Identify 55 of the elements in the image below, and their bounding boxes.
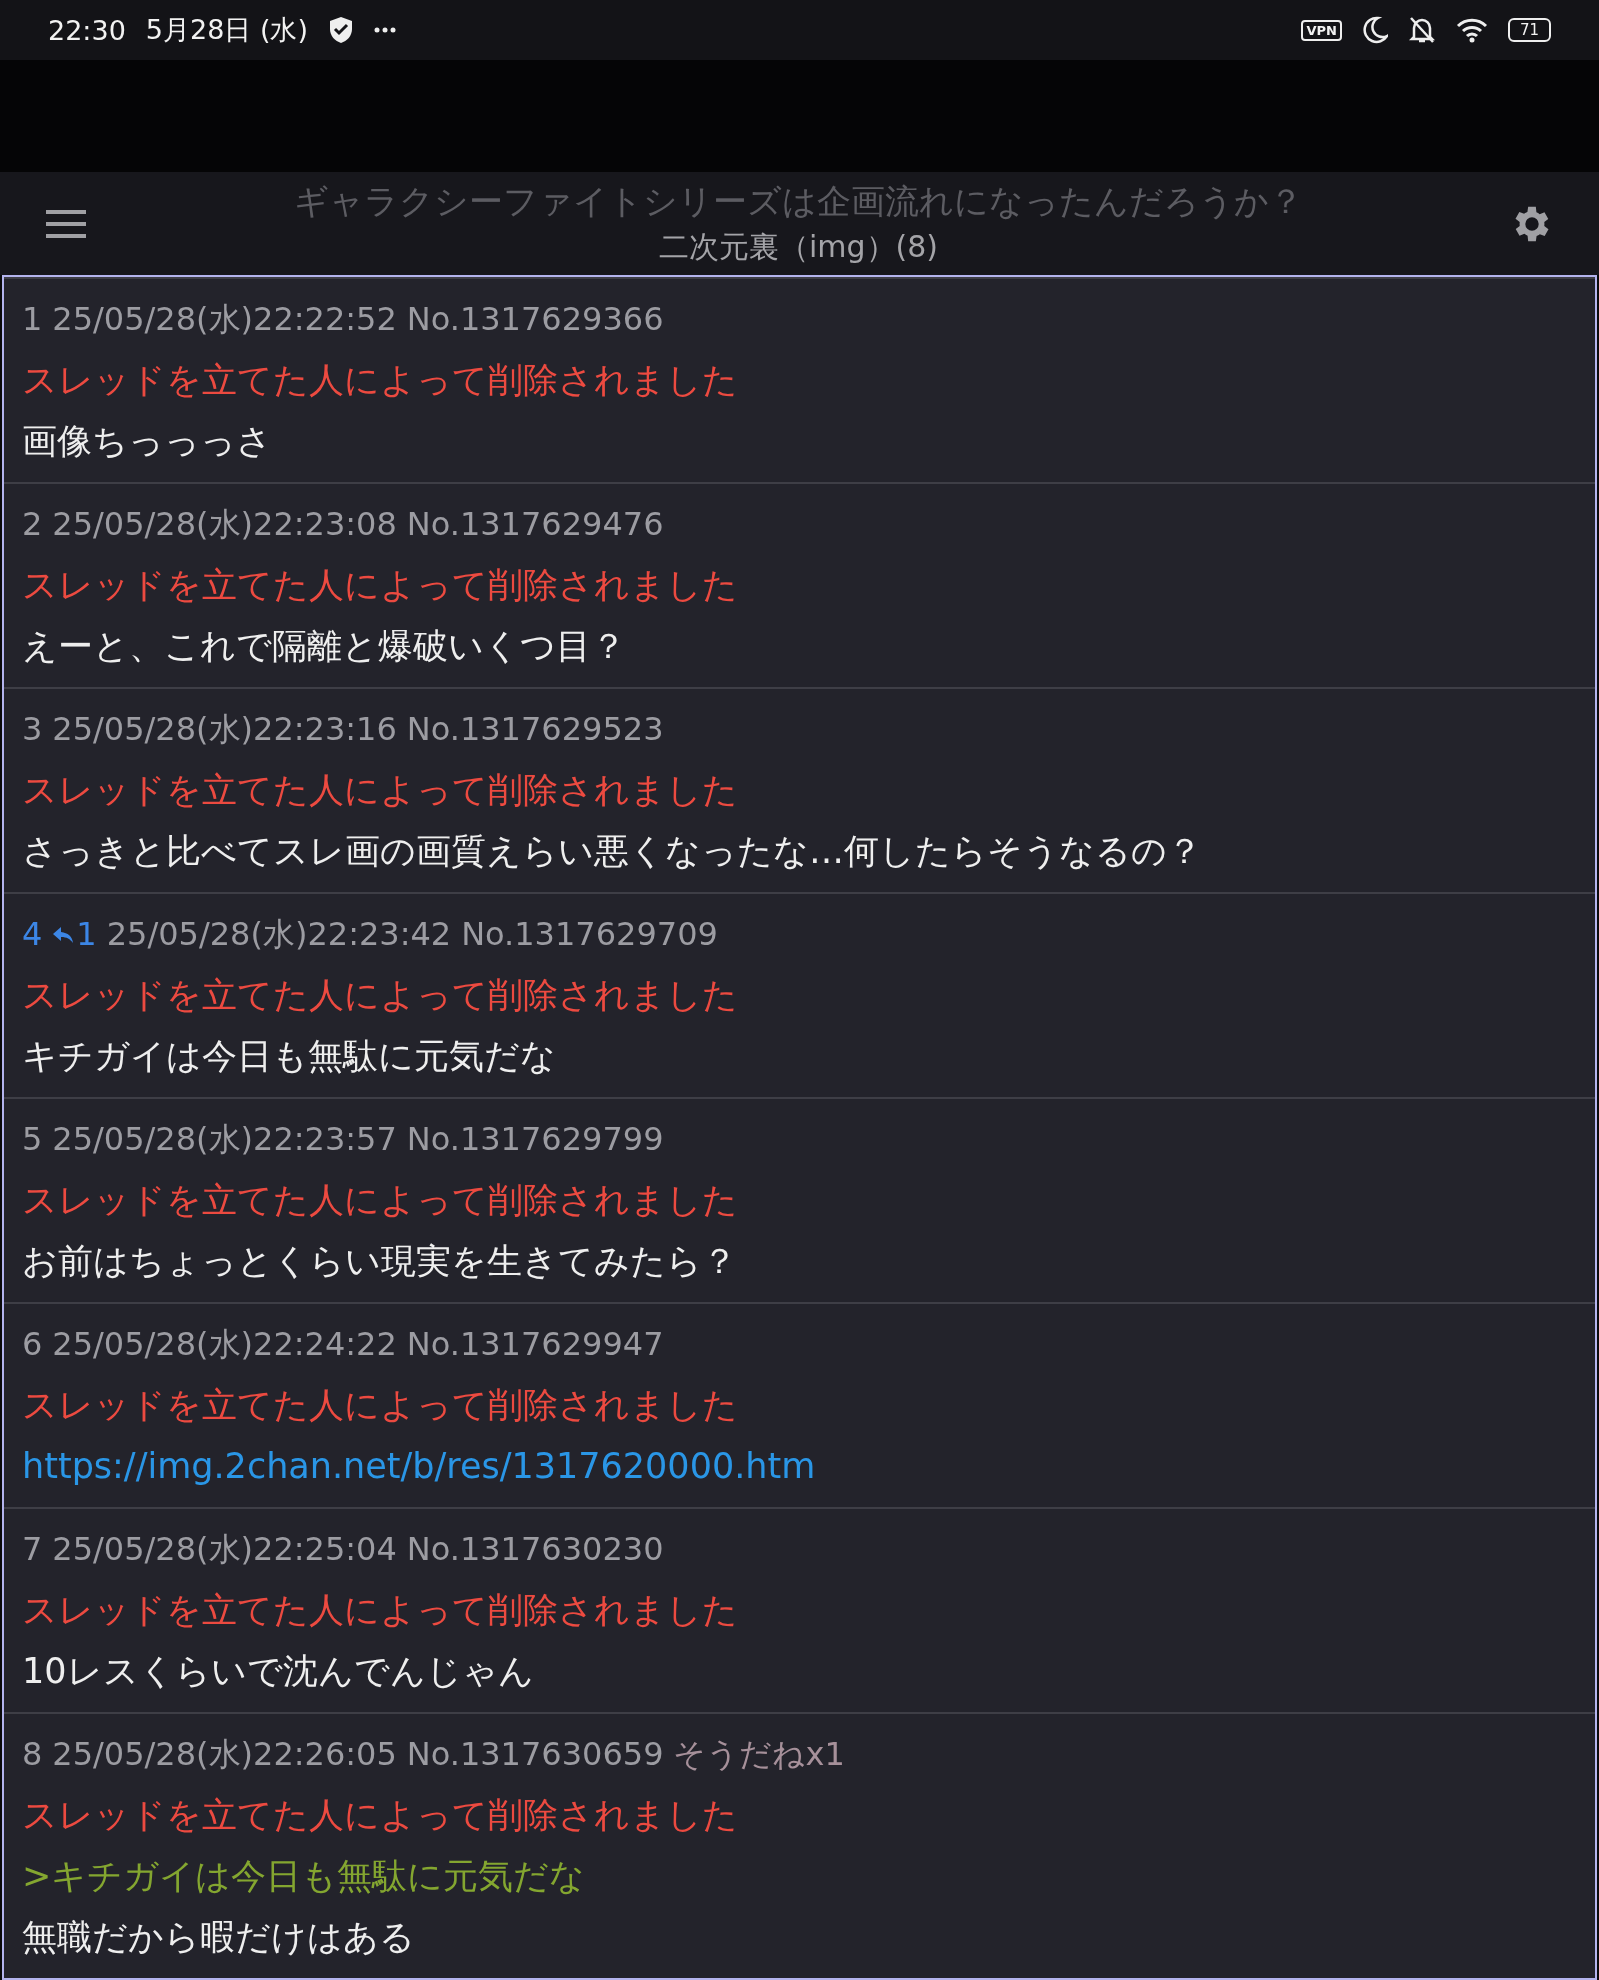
wifi-icon [1455,17,1488,43]
post-id[interactable]: No.1317629799 [406,1109,664,1170]
post-number[interactable]: 5 [22,1109,43,1170]
more-icon [374,27,396,33]
reply-count[interactable]: 1 [52,904,97,965]
post-id[interactable]: No.1317630230 [406,1519,664,1580]
deletion-notice: スレッドを立てた人によって削除されました [22,1589,739,1632]
post-id[interactable]: No.1317629523 [406,699,664,760]
post-date: 25/05/28(水)22:23:42 [106,914,452,955]
post-date: 25/05/28(水)22:25:04 [52,1529,397,1570]
post-text: キチガイは今日も無駄に元気だな [22,1035,557,1078]
post-number[interactable]: 1 [22,289,43,350]
post-date: 25/05/28(水)22:23:57 [52,1119,397,1160]
date-text: 5月28日 (水) [145,13,308,47]
deletion-notice: スレッドを立てた人によって削除されました [22,974,739,1017]
vpn-indicator: VPN [1301,19,1342,41]
quote-text: >キチガイは今日も無駄に元気だな [22,1855,587,1898]
post-date: 25/05/28(水)22:24:22 [52,1324,397,1365]
post-link[interactable]: https://img.2chan.net/b/res/1317620000.htm [22,1436,1577,1497]
post-number[interactable]: 2 [22,494,43,555]
post-id[interactable]: No.1317630659 [406,1724,664,1785]
post-text: 無職だから暇だけはある [22,1916,416,1959]
post-text: 10レスくらいで沈んでんじゃん [22,1650,535,1693]
post-number[interactable]: 8 [22,1724,43,1785]
bell-off-icon [1407,15,1436,45]
post-id[interactable]: No.1317629366 [406,289,664,350]
post-text: お前はちょっとくらい現実を生きてみたら？ [22,1240,738,1283]
post-date: 25/05/28(水)22:23:08 [52,504,397,545]
post-date: 25/05/28(水)22:26:05 [52,1734,397,1775]
post-date: 25/05/28(水)22:22:52 [52,299,397,340]
post-date: 25/05/28(水)22:23:16 [52,709,397,750]
deletion-notice: スレッドを立てた人によって削除されました [22,564,739,607]
post-number[interactable]: 6 [22,1314,43,1375]
deletion-notice: スレッドを立てた人によって削除されました [22,1794,739,1837]
shield-icon [328,16,354,44]
post-number[interactable]: 4 [22,904,43,965]
reply-arrow-icon [52,924,75,945]
board-subtitle: 二次元裏（img）(8) [658,227,939,266]
moon-icon [1361,16,1388,44]
post-id[interactable]: No.1317629476 [406,494,664,555]
deletion-notice: スレッドを立てた人によって削除されました [22,1179,739,1222]
post-number[interactable]: 3 [22,699,43,760]
deletion-notice: スレッドを立てた人によって削除されました [22,1384,739,1427]
deletion-notice: スレッドを立てた人によって削除されました [22,359,739,402]
post-number[interactable]: 7 [22,1519,43,1580]
thread-title: ギャラクシーファイトシリーズは企画流れになったんだろうか？ [294,179,1303,223]
agree-count[interactable]: そうだねx1 [673,1724,845,1785]
post-text: 画像ちっっっさ [22,420,273,463]
post-text: えーと、これで隔離と爆破いくつ目？ [22,625,627,668]
battery-indicator: 71 [1507,18,1551,42]
deletion-notice: スレッドを立てた人によって削除されました [22,769,739,812]
post-id[interactable]: No.1317629709 [461,904,718,965]
clock-time: 22:30 [48,14,126,46]
post-text: さっきと比べてスレ画の画質えらい悪くなったな…何したらそうなるの？ [22,830,1203,873]
post-id[interactable]: No.1317629947 [406,1314,664,1375]
